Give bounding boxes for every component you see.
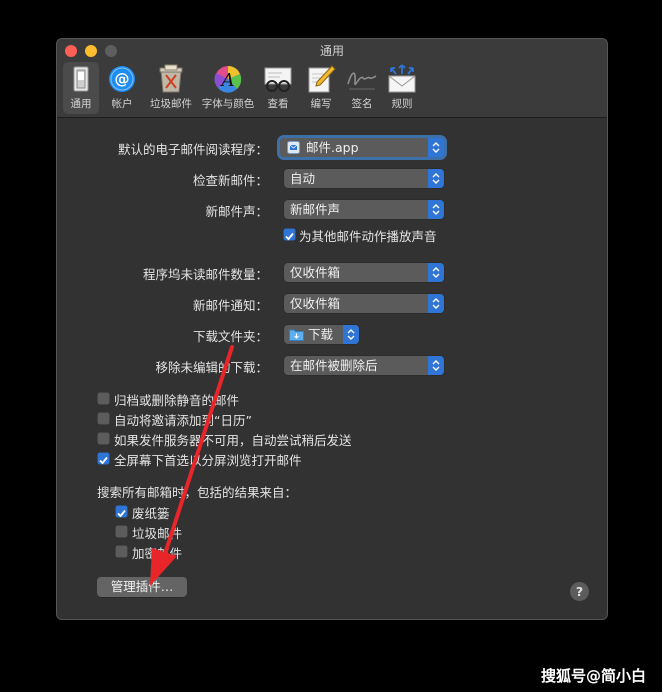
- tab-junk[interactable]: 垃圾邮件: [145, 62, 197, 114]
- new-mail-sound-label: 新邮件声：: [205, 204, 268, 219]
- help-button[interactable]: ?: [570, 582, 589, 601]
- new-mail-sound-popup[interactable]: 新邮件声: [284, 200, 444, 219]
- check-new-mail-value: 自动: [290, 171, 316, 186]
- dock-unread-label: 程序坞未读邮件数量：: [142, 267, 268, 282]
- archive-muted-checkbox[interactable]: [97, 392, 110, 405]
- checkmark-icon: [117, 509, 126, 518]
- search-encrypted-checkbox[interactable]: [115, 545, 128, 558]
- checkmark-icon: [99, 456, 108, 465]
- downloads-folder-popup[interactable]: 下载: [284, 325, 359, 344]
- search-heading: 搜索所有邮箱时，包括的结果来自：: [97, 485, 298, 500]
- add-invites-checkbox[interactable]: [97, 412, 110, 425]
- tab-rules-label: 规则: [391, 98, 413, 110]
- new-mail-notifications-popup[interactable]: 仅收件箱: [284, 294, 444, 313]
- rules-envelope-icon: [388, 64, 416, 93]
- retry-send-label: 如果发件服务器不可用，自动尝试稍后发送: [114, 433, 352, 448]
- default-reader-popup[interactable]: 邮件.app: [280, 138, 444, 157]
- default-reader-value: 邮件.app: [306, 140, 359, 155]
- general-switch-icon: [73, 66, 89, 92]
- tab-junk-label: 垃圾邮件: [150, 98, 192, 110]
- folder-icon: [289, 329, 304, 341]
- downloads-folder-label: 下载文件夹：: [192, 329, 268, 344]
- svg-text:@: @: [115, 70, 130, 88]
- play-sounds-checkbox[interactable]: [283, 228, 296, 241]
- new-mail-sound-value: 新邮件声: [290, 202, 341, 217]
- glasses-envelope-icon: [264, 67, 292, 92]
- search-junk-label: 垃圾邮件: [132, 526, 183, 541]
- tab-viewing-label: 查看: [267, 98, 289, 110]
- remove-downloads-value: 在邮件被删除后: [290, 358, 378, 373]
- tab-general-label: 通用: [70, 98, 92, 110]
- tab-fonts-colors[interactable]: A 字体与颜色: [199, 62, 257, 114]
- tab-signatures-label: 签名: [351, 98, 373, 110]
- dock-unread-value: 仅收件箱: [290, 265, 341, 280]
- add-invites-label: 自动将邀请添加到“日历”: [114, 413, 252, 428]
- play-sounds-label: 为其他邮件动作播放声音: [299, 229, 437, 244]
- tab-rules[interactable]: 规则: [383, 62, 421, 114]
- fonts-colors-icon: A: [214, 66, 242, 93]
- updown-chevron-icon: [428, 169, 444, 188]
- check-new-mail-label: 检查新邮件：: [192, 173, 268, 188]
- updown-chevron-icon: [428, 200, 444, 219]
- downloads-folder-value: 下载: [308, 327, 334, 342]
- archive-muted-label: 归档或删除静音的邮件: [114, 393, 240, 408]
- svg-text:A: A: [220, 70, 235, 91]
- split-view-label: 全屏幕下首选以分屏浏览打开邮件: [114, 453, 302, 468]
- retry-send-checkbox[interactable]: [97, 432, 110, 445]
- tab-fonts-colors-label: 字体与颜色: [201, 98, 255, 110]
- updown-chevron-icon: [428, 356, 444, 375]
- tab-composing[interactable]: 编写: [303, 62, 339, 114]
- junk-bin-icon: [159, 64, 183, 93]
- dock-unread-popup[interactable]: 仅收件箱: [284, 263, 444, 282]
- mail-app-icon: [287, 141, 300, 154]
- check-new-mail-popup[interactable]: 自动: [284, 169, 444, 188]
- default-reader-label: 默认的电子邮件阅读程序：: [117, 142, 268, 157]
- titlebar: 通用 通用 @ 帐户 垃圾邮件 A 字体与颜色 查看 编写 签名 规则: [57, 39, 607, 118]
- remove-downloads-popup[interactable]: 在邮件被删除后: [284, 356, 444, 375]
- remove-downloads-label: 移除未编辑的下载：: [155, 360, 268, 375]
- watermark-text: 搜狐号@简小白: [540, 667, 646, 685]
- checkmark-icon: [285, 232, 294, 241]
- tab-general[interactable]: 通用: [63, 62, 99, 114]
- signature-icon: [347, 72, 377, 90]
- search-encrypted-label: 加密邮件: [132, 546, 183, 561]
- search-trash-label: 废纸篓: [132, 506, 170, 521]
- window-title: 通用: [319, 44, 344, 58]
- new-mail-notifications-value: 仅收件箱: [290, 296, 341, 311]
- updown-chevron-icon: [428, 138, 444, 157]
- mail-preferences-window: 通用 通用 @ 帐户 垃圾邮件 A 字体与颜色 查看 编写 签名 规则 默认的电…: [56, 38, 608, 620]
- at-sign-icon: @: [109, 66, 135, 92]
- tab-viewing[interactable]: 查看: [260, 62, 296, 114]
- pencil-paper-icon: [308, 65, 336, 93]
- tab-accounts[interactable]: @ 帐户: [101, 62, 143, 114]
- tab-composing-label: 编写: [310, 98, 332, 110]
- tab-accounts-label: 帐户: [111, 98, 133, 110]
- new-mail-notifications-label: 新邮件通知：: [192, 298, 268, 313]
- tab-signatures[interactable]: 签名: [343, 62, 381, 114]
- updown-chevron-icon: [428, 294, 444, 313]
- split-view-checkbox[interactable]: [97, 452, 110, 465]
- search-junk-checkbox[interactable]: [115, 525, 128, 538]
- search-trash-checkbox[interactable]: [115, 505, 128, 518]
- updown-chevron-icon: [343, 325, 359, 344]
- manage-plugins-button[interactable]: 管理插件…: [97, 577, 187, 597]
- updown-chevron-icon: [428, 263, 444, 282]
